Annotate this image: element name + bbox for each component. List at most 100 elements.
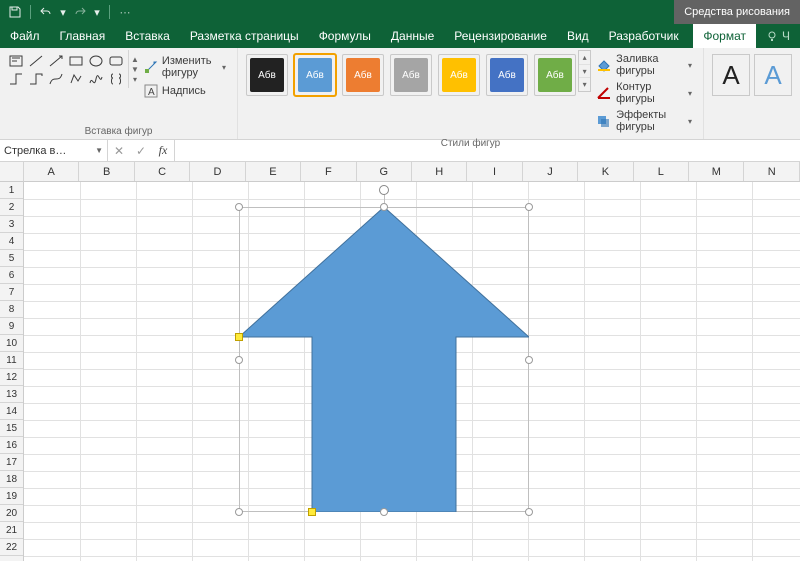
tab-file[interactable]: Файл xyxy=(0,24,50,48)
shape-textbox-icon[interactable] xyxy=(8,54,24,68)
row-header[interactable]: 4 xyxy=(0,233,23,250)
shape-brace-icon[interactable] xyxy=(108,72,124,86)
adjust-handle-2[interactable] xyxy=(308,508,316,516)
shape-style-thumb[interactable]: Абв xyxy=(294,54,336,96)
tab-data[interactable]: Данные xyxy=(381,24,444,48)
shape-effects-button[interactable]: Эффекты фигуры ▾ xyxy=(593,108,695,134)
column-header[interactable]: J xyxy=(523,162,578,181)
cells-area[interactable] xyxy=(24,182,800,561)
shape-rectangle-icon[interactable] xyxy=(68,54,84,68)
resize-handle-s[interactable] xyxy=(380,508,388,516)
up-arrow-shape[interactable] xyxy=(239,207,529,512)
row-header[interactable]: 16 xyxy=(0,437,23,454)
row-header[interactable]: 19 xyxy=(0,488,23,505)
row-header[interactable]: 20 xyxy=(0,505,23,522)
row-header[interactable]: 10 xyxy=(0,335,23,352)
tab-tell-me[interactable]: Ч xyxy=(756,24,800,48)
shape-style-thumb[interactable]: Абв xyxy=(438,54,480,96)
resize-handle-ne[interactable] xyxy=(525,203,533,211)
column-header[interactable]: I xyxy=(467,162,522,181)
gallery-down-icon[interactable]: ▾ xyxy=(579,65,590,79)
column-header[interactable]: E xyxy=(246,162,301,181)
resize-handle-w[interactable] xyxy=(235,356,243,364)
row-header[interactable]: 9 xyxy=(0,318,23,335)
shape-connector-elbow-arrow-icon[interactable] xyxy=(28,72,44,86)
name-box[interactable]: Стрелка в… ▼ xyxy=(0,140,108,161)
resize-handle-nw[interactable] xyxy=(235,203,243,211)
select-all-corner[interactable] xyxy=(0,162,24,182)
shape-freeform-icon[interactable] xyxy=(68,72,84,86)
tab-developer[interactable]: Разработчик xyxy=(599,24,689,48)
row-header[interactable]: 13 xyxy=(0,386,23,403)
redo-icon[interactable] xyxy=(73,5,87,19)
column-header[interactable]: G xyxy=(357,162,412,181)
shape-line-icon[interactable] xyxy=(28,54,44,68)
row-header[interactable]: 3 xyxy=(0,216,23,233)
shape-scribble-icon[interactable] xyxy=(88,72,104,86)
row-header[interactable]: 14 xyxy=(0,403,23,420)
tab-formulas[interactable]: Формулы xyxy=(309,24,381,48)
row-header[interactable]: 22 xyxy=(0,539,23,556)
shape-styles-more[interactable]: ▴ ▾ ▾ xyxy=(578,50,591,92)
shape-style-thumb[interactable]: Абв xyxy=(246,54,288,96)
shape-connector-elbow-icon[interactable] xyxy=(8,72,24,86)
gallery-expand-icon[interactable]: ▾ xyxy=(131,74,139,84)
shape-fill-button[interactable]: Заливка фигуры ▾ xyxy=(593,52,695,78)
shape-style-thumb[interactable]: Абв xyxy=(390,54,432,96)
shape-style-thumb[interactable]: Абв xyxy=(486,54,528,96)
fx-icon[interactable]: fx xyxy=(152,143,174,158)
undo-icon[interactable] xyxy=(39,5,53,19)
row-header[interactable]: 17 xyxy=(0,454,23,471)
tab-view[interactable]: Вид xyxy=(557,24,599,48)
qat-customize-icon[interactable]: ▾ xyxy=(93,5,101,19)
tab-home[interactable]: Главная xyxy=(50,24,116,48)
shapes-gallery-more[interactable]: ▲ ▼ ▾ xyxy=(128,50,139,88)
row-header[interactable]: 5 xyxy=(0,250,23,267)
shape-selection[interactable] xyxy=(239,207,529,512)
row-header[interactable]: 21 xyxy=(0,522,23,539)
tab-insert[interactable]: Вставка xyxy=(115,24,180,48)
row-header[interactable]: 18 xyxy=(0,471,23,488)
row-header[interactable]: 12 xyxy=(0,369,23,386)
shapes-gallery[interactable] xyxy=(6,50,126,90)
row-header[interactable]: 8 xyxy=(0,301,23,318)
enter-icon[interactable]: ✓ xyxy=(130,144,152,158)
column-header[interactable]: A xyxy=(24,162,79,181)
cancel-icon[interactable]: ✕ xyxy=(108,144,130,158)
gallery-down-icon[interactable]: ▼ xyxy=(131,64,139,74)
wordart-style-1[interactable]: A xyxy=(712,54,750,96)
resize-handle-e[interactable] xyxy=(525,356,533,364)
shape-style-thumb[interactable]: Абв xyxy=(342,54,384,96)
rotation-handle[interactable] xyxy=(379,185,389,195)
shape-oval-icon[interactable] xyxy=(88,54,104,68)
shape-curve-icon[interactable] xyxy=(48,72,64,86)
shape-rounded-rect-icon[interactable] xyxy=(108,54,124,68)
shape-outline-button[interactable]: Контур фигуры ▾ xyxy=(593,80,695,106)
row-header[interactable]: 2 xyxy=(0,199,23,216)
column-header[interactable]: C xyxy=(135,162,190,181)
resize-handle-se[interactable] xyxy=(525,508,533,516)
chevron-down-icon[interactable]: ▼ xyxy=(95,146,103,155)
gallery-expand-icon[interactable]: ▾ xyxy=(579,78,590,91)
column-header[interactable]: M xyxy=(689,162,744,181)
gallery-up-icon[interactable]: ▴ xyxy=(579,51,590,65)
row-header[interactable]: 15 xyxy=(0,420,23,437)
row-header[interactable]: 7 xyxy=(0,284,23,301)
resize-handle-sw[interactable] xyxy=(235,508,243,516)
row-header[interactable]: 6 xyxy=(0,267,23,284)
edit-shape-button[interactable]: Изменить фигуру ▾ xyxy=(141,54,229,80)
save-icon[interactable] xyxy=(8,5,22,19)
row-header[interactable]: 11 xyxy=(0,352,23,369)
resize-handle-n[interactable] xyxy=(380,203,388,211)
column-header[interactable]: H xyxy=(412,162,467,181)
shape-line-arrow-icon[interactable] xyxy=(48,54,64,68)
row-header[interactable]: 1 xyxy=(0,182,23,199)
tab-review[interactable]: Рецензирование xyxy=(444,24,557,48)
worksheet[interactable]: ABCDEFGHIJKLMN 1234567891011121314151617… xyxy=(0,162,800,561)
shape-style-thumb[interactable]: Абв xyxy=(534,54,576,96)
column-header[interactable]: B xyxy=(79,162,134,181)
formula-input[interactable] xyxy=(175,140,800,161)
tab-page-layout[interactable]: Разметка страницы xyxy=(180,24,309,48)
column-header[interactable]: N xyxy=(744,162,799,181)
adjust-handle-1[interactable] xyxy=(235,333,243,341)
